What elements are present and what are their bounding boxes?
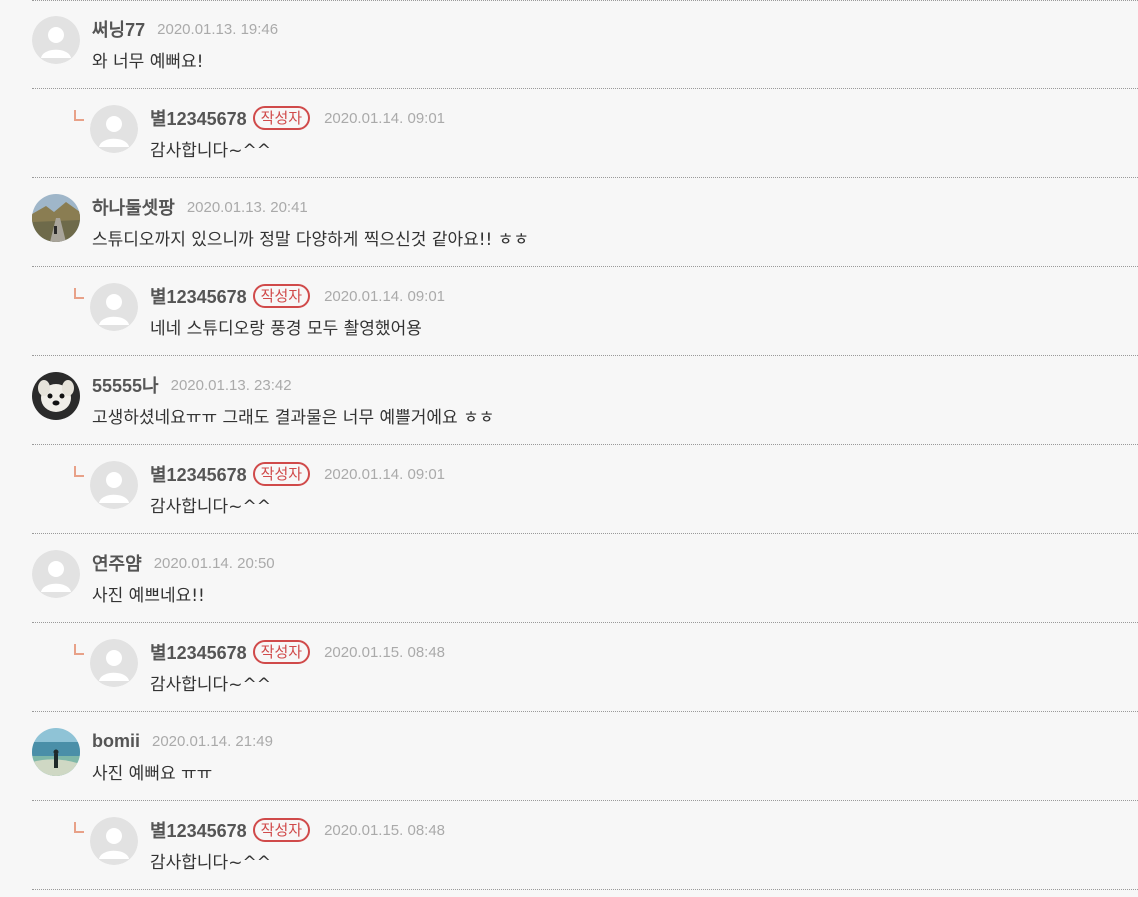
- author-name[interactable]: 하나둘셋팡: [92, 194, 175, 220]
- reply-item: 별12345678 작성자 2020.01.14. 09:01 네네 스튜디오랑…: [0, 267, 1138, 356]
- comment-meta: 별12345678 작성자 2020.01.15. 08:48: [150, 818, 445, 842]
- comment-meta: 하나둘셋팡 2020.01.13. 20:41: [92, 195, 308, 219]
- comment-text: 사진 예뻐요 ㅠㅠ: [92, 764, 213, 784]
- comment-meta: 써닝77 2020.01.13. 19:46: [92, 17, 278, 41]
- author-name[interactable]: 별12345678: [150, 639, 247, 665]
- author-name[interactable]: 55555나: [92, 372, 159, 398]
- comment-date: 2020.01.14. 21:49: [152, 732, 273, 750]
- reply-item: 별12345678 작성자 2020.01.15. 08:48 감사합니다~^^: [0, 801, 1138, 890]
- comment-item: 연주얌 2020.01.14. 20:50 사진 예쁘네요!!: [0, 534, 1138, 623]
- default-avatar-icon[interactable]: [32, 16, 80, 64]
- comment-date: 2020.01.14. 20:50: [153, 554, 275, 572]
- comment-meta: bomii 2020.01.14. 21:49: [92, 729, 273, 753]
- reply-arrow-icon: [74, 288, 84, 299]
- author-name[interactable]: bomii: [92, 731, 140, 752]
- comment-text: 감사합니다~^^: [150, 497, 271, 517]
- comment-meta: 별12345678 작성자 2020.01.15. 08:48: [150, 640, 445, 664]
- comment-date: 2020.01.13. 23:42: [170, 376, 292, 394]
- comment-text: 감사합니다~^^: [150, 141, 271, 161]
- comment-text: 감사합니다~^^: [150, 675, 271, 695]
- comment-item: 하나둘셋팡 2020.01.13. 20:41 스튜디오까지 있으니까 정말 다…: [0, 178, 1138, 267]
- author-name[interactable]: 별12345678: [150, 817, 247, 843]
- reply-item: 별12345678 작성자 2020.01.14. 09:01 감사합니다~^^: [0, 89, 1138, 178]
- author-badge: 작성자: [252, 462, 311, 486]
- comment-date: 2020.01.14. 09:01: [324, 465, 446, 483]
- default-avatar-icon[interactable]: [90, 461, 138, 509]
- author-name[interactable]: 별12345678: [150, 461, 247, 487]
- default-avatar-icon[interactable]: [90, 283, 138, 331]
- default-avatar-icon[interactable]: [90, 105, 138, 153]
- comment-text: 스튜디오까지 있으니까 정말 다양하게 찍으신것 같아요!! ㅎㅎ: [92, 230, 530, 250]
- author-badge: 작성자: [252, 284, 311, 308]
- comment-date: 2020.01.13. 19:46: [157, 20, 279, 38]
- comment-text: 감사합니다~^^: [150, 853, 271, 873]
- author-badge: 작성자: [252, 640, 311, 664]
- comment-meta: 연주얌 2020.01.14. 20:50: [92, 551, 275, 575]
- comment-text: 사진 예쁘네요!!: [92, 586, 205, 606]
- reply-arrow-icon: [74, 110, 84, 121]
- reply-arrow-icon: [74, 466, 84, 477]
- default-avatar-icon[interactable]: [90, 817, 138, 865]
- author-name[interactable]: 별12345678: [150, 283, 247, 309]
- reply-item: 별12345678 작성자 2020.01.14. 09:01 감사합니다~^^: [0, 445, 1138, 534]
- comment-meta: 별12345678 작성자 2020.01.14. 09:01: [150, 462, 445, 486]
- comment-item: 써닝77 2020.01.13. 19:46 와 너무 예뻐요!: [0, 0, 1138, 89]
- reply-arrow-icon: [74, 822, 84, 833]
- comment-item: 55555나 2020.01.13. 23:42 고생하셨네요ㅠㅠ 그래도 결과…: [0, 356, 1138, 445]
- reply-arrow-icon: [74, 644, 84, 655]
- comment-text: 와 너무 예뻐요!: [92, 52, 204, 72]
- comment-date: 2020.01.13. 20:41: [186, 198, 308, 216]
- comment-date: 2020.01.15. 08:48: [324, 643, 446, 661]
- comment-meta: 55555나 2020.01.13. 23:42: [92, 373, 292, 397]
- comment-item: bomii 2020.01.14. 21:49 사진 예뻐요 ㅠㅠ: [0, 712, 1138, 801]
- comment-text: 네네 스튜디오랑 풍경 모두 촬영했어용: [150, 319, 422, 339]
- default-avatar-icon[interactable]: [90, 639, 138, 687]
- comment-date: 2020.01.15. 08:48: [324, 821, 446, 839]
- comment-date: 2020.01.14. 09:01: [324, 109, 446, 127]
- divider: [32, 889, 1138, 890]
- comment-meta: 별12345678 작성자 2020.01.14. 09:01: [150, 106, 445, 130]
- reply-item: 별12345678 작성자 2020.01.15. 08:48 감사합니다~^^: [0, 623, 1138, 712]
- author-badge: 작성자: [252, 106, 311, 130]
- dog-photo-avatar-icon[interactable]: [32, 372, 80, 420]
- author-name[interactable]: 연주얌: [92, 550, 142, 576]
- default-avatar-icon[interactable]: [32, 550, 80, 598]
- comment-text: 고생하셨네요ㅠㅠ 그래도 결과물은 너무 예쁠거에요 ㅎㅎ: [92, 408, 495, 428]
- landscape-photo-avatar-icon[interactable]: [32, 194, 80, 242]
- beach-photo-avatar-icon[interactable]: [32, 728, 80, 776]
- author-badge: 작성자: [252, 818, 311, 842]
- author-name[interactable]: 써닝77: [92, 16, 145, 42]
- comment-meta: 별12345678 작성자 2020.01.14. 09:01: [150, 284, 445, 308]
- comment-date: 2020.01.14. 09:01: [324, 287, 446, 305]
- author-name[interactable]: 별12345678: [150, 105, 247, 131]
